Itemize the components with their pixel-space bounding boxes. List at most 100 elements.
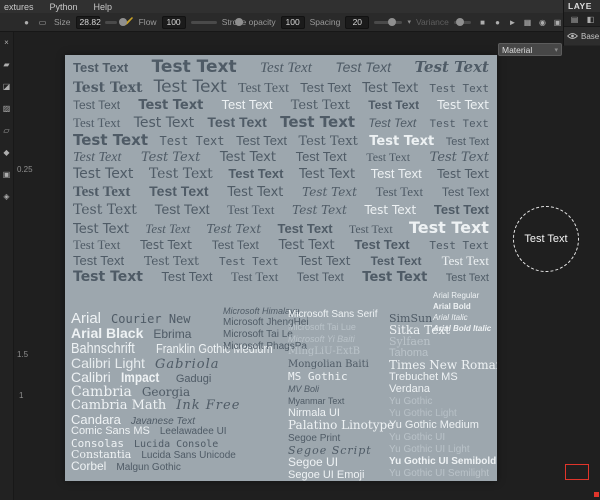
test-text-sample: Test Text <box>433 201 489 217</box>
font-name: Gadugi <box>175 373 212 385</box>
test-text-sample: Test Text <box>73 201 137 218</box>
test-text-sample: Test Text <box>370 253 422 268</box>
font-col-f: Arial Regular Arial Bold Arial Italic Arial… <box>433 289 491 333</box>
test-text-sample: Test Text <box>290 98 351 114</box>
font-name-line: Segoe UI Emoji <box>288 468 394 481</box>
font-name: Mongolian Baiti <box>288 359 369 370</box>
test-text-sample: Test Text <box>278 237 335 253</box>
paint-canvas[interactable]: Test Text Test Text Test Text Test Text Test… <box>65 55 497 481</box>
spacing-slider[interactable] <box>374 17 403 26</box>
brush-toolbar: ● ▭ Size 28.82 Flow 100 Stroke opacity 10… <box>0 13 583 32</box>
visibility-eye-icon[interactable] <box>567 32 578 41</box>
test-text-row: Test Text Test Text Test Text Test Text Test… <box>73 253 489 269</box>
font-name: Arial Italic <box>433 313 468 322</box>
font-name-line: Yu Gothic Medium <box>389 419 497 431</box>
font-name: Yu Gothic UI Semilight <box>389 468 490 479</box>
test-text-sample: Test Text <box>408 217 489 237</box>
menu-item[interactable]: extures <box>2 2 36 12</box>
variance-slider[interactable] <box>453 17 471 26</box>
font-name: MV Boli <box>288 384 320 394</box>
camera-icon[interactable]: ◉ <box>536 16 549 29</box>
font-name-line: MingLiU-ExtB <box>288 344 394 357</box>
font-name-line: Yu Gothic <box>389 395 497 407</box>
flow-value[interactable]: 100 <box>161 15 186 29</box>
font-name: Microsoft Tai Lue <box>288 322 356 332</box>
test-text-sample: Test Text <box>73 183 131 200</box>
test-text-sample: Test Text <box>149 182 209 199</box>
layer-row-base[interactable]: Base c <box>564 27 600 45</box>
test-text-sample: Test Text <box>445 271 489 284</box>
test-text-sample: Test Text <box>441 252 489 268</box>
grid-icon[interactable]: ▦ <box>521 16 534 29</box>
font-name-line: MS Gothic <box>288 370 394 382</box>
test-text-sample: Test Text <box>348 221 393 236</box>
font-name: Arial Black <box>71 325 144 341</box>
play-icon[interactable]: ► <box>506 16 519 29</box>
test-text-sample: Test Text <box>221 97 273 113</box>
size-value[interactable]: 28.82 <box>75 15 101 29</box>
viewport-2d-frame <box>565 464 589 480</box>
flow-slider[interactable] <box>190 17 243 26</box>
stencil-icon[interactable]: ▭ <box>36 16 49 29</box>
projection-icon[interactable]: ▨ <box>1 103 13 113</box>
test-text-sample: Test Text <box>73 150 122 166</box>
test-text-sample: Test Text <box>260 60 312 76</box>
spacing-value[interactable]: 20 <box>345 15 370 29</box>
test-text-sample: Test Text <box>298 134 358 150</box>
brush-icon[interactable]: ▰ <box>1 59 13 69</box>
font-name-line: Yu Gothic UI Semibold <box>389 455 497 467</box>
picker-icon[interactable]: ◈ <box>1 191 13 201</box>
viewport[interactable]: Test Text Test Text Test Text Test Text Test… <box>14 32 600 500</box>
font-name: Yu Gothic <box>389 396 433 407</box>
test-text-row: Test Text Test Text Test Text Test Text Test… <box>73 269 489 285</box>
clone-icon[interactable]: ▣ <box>1 169 13 179</box>
test-text-sample: Test Text <box>441 184 489 199</box>
panel-value-label: 1.5 <box>17 350 29 359</box>
layers-panel-title: LAYE <box>568 1 592 11</box>
brush-tip-icon[interactable]: ● <box>20 16 33 29</box>
layer-name: Base c <box>581 31 600 41</box>
font-name-line: Yu Gothic Light <box>389 407 497 419</box>
font-name: Malgun Gothic <box>116 462 181 473</box>
menu-item[interactable]: Python <box>48 2 80 12</box>
opacity-icon[interactable]: ◧ <box>584 13 597 26</box>
font-name: Comic Sans MS <box>71 425 150 437</box>
test-text-sample: Test Text <box>227 184 284 200</box>
spacing-label: Spacing <box>309 17 341 27</box>
pause-icon[interactable]: ■ <box>476 16 489 29</box>
test-text-sample: Test Text <box>277 220 333 236</box>
eraser-icon[interactable]: ◪ <box>1 81 13 91</box>
menu-item[interactable]: Help <box>92 2 115 12</box>
test-text-sample: Test Text <box>154 200 210 217</box>
test-text-sample: Test Text <box>73 98 121 113</box>
test-text-sample: Test Text <box>73 60 129 75</box>
test-text-row: Test Text Test Text Test Text Test Text Test… <box>73 57 489 77</box>
app-window: extures Python Help ● ▭ Size 28.82 Flow 100… <box>0 0 600 500</box>
font-name-list: Arial Courier New Arial Black Ebrima Bahnsch… <box>65 287 497 481</box>
font-name-row: Calibri Impact Gadugi <box>71 370 293 385</box>
font-name: Yu Gothic Light <box>389 408 457 419</box>
blend-mode-icon[interactable]: ▤ <box>568 13 581 26</box>
test-text-sample: Test Text <box>144 253 199 268</box>
font-name: Georgia <box>141 385 191 399</box>
test-text-sample: Test Text <box>298 253 351 268</box>
test-text-row: Test Text Test Text Test Text Test Text Test… <box>73 237 489 253</box>
polygon-fill-icon[interactable]: ▱ <box>1 125 13 135</box>
font-name: Microsoft Yi Baiti <box>288 334 355 344</box>
test-text-sample: Test Text <box>369 134 435 150</box>
test-text-sample: Test Text <box>414 58 489 76</box>
font-name: Trebuchet MS <box>389 371 458 383</box>
size-slider[interactable] <box>104 17 127 26</box>
stroke-opacity-value[interactable]: 100 <box>280 15 305 29</box>
close-icon[interactable]: × <box>1 37 13 47</box>
record-icon[interactable]: ● <box>491 16 504 29</box>
font-name: Arial <box>71 310 102 327</box>
font-name: Palatino Linotype <box>288 418 395 432</box>
chevron-down-icon[interactable]: ▾ <box>407 18 411 26</box>
test-text-sample: Test Text <box>300 80 352 96</box>
font-name: Impact <box>120 369 160 385</box>
smudge-icon[interactable]: ◆ <box>1 147 13 157</box>
material-dropdown[interactable]: Material ▾ <box>498 43 562 56</box>
font-name-row: Cambria Math Ink Free <box>71 399 293 413</box>
test-text-sample: Test Text <box>151 57 237 77</box>
